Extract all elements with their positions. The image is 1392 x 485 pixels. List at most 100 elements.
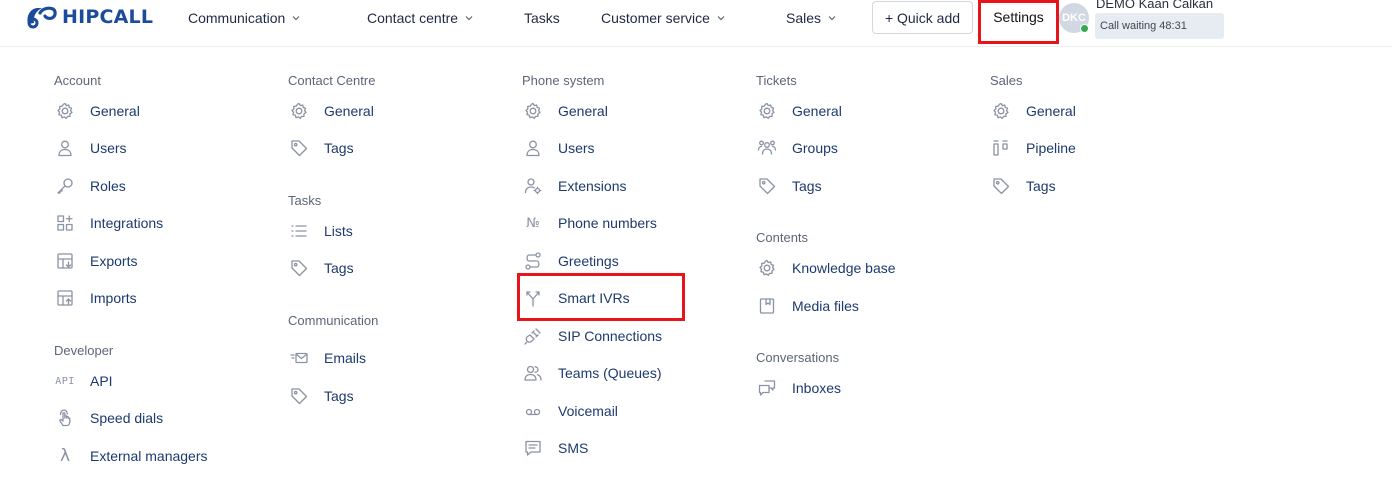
nav-tasks[interactable]: Tasks [524, 8, 560, 28]
voicemail-icon [522, 400, 544, 422]
chevron-down-icon [827, 13, 837, 23]
menu-contact-centre-tags[interactable]: Tags [288, 136, 354, 160]
menu-item-label: SMS [558, 440, 589, 456]
gear-icon [54, 100, 76, 122]
menu-communication-emails[interactable]: Emails [288, 346, 366, 370]
menu-item-label: Teams (Queues) [558, 365, 662, 381]
menu-item-label: External managers [90, 448, 208, 464]
menu-item-label: Tags [324, 388, 354, 404]
lambda-icon: λ [59, 446, 71, 466]
menu-account-imports[interactable]: Imports [54, 286, 137, 310]
group-icon [756, 137, 778, 159]
nav-communication[interactable]: Communication [188, 8, 301, 28]
pipeline-icon [990, 137, 1012, 159]
nav-tasks-label: Tasks [524, 10, 560, 26]
menu-phone-greetings[interactable]: Greetings [522, 249, 619, 273]
chevron-down-icon [716, 13, 726, 23]
chevron-down-icon [291, 13, 301, 23]
tag-icon [756, 175, 778, 197]
menu-conversations-inboxes[interactable]: Inboxes [756, 376, 841, 400]
menu-contents-knowledge-base[interactable]: Knowledge base [756, 256, 896, 280]
media-icon [756, 295, 778, 317]
menu-account-general[interactable]: General [54, 99, 140, 123]
menu-phone-sms[interactable]: SMS [522, 436, 588, 460]
menu-item-label: Groups [792, 140, 838, 156]
section-title-contact-centre: Contact Centre [288, 73, 376, 88]
menu-item-label: Integrations [90, 215, 164, 231]
menu-item-label: Voicemail [558, 403, 618, 419]
menu-developer-speed-dials[interactable]: Speed dials [54, 406, 163, 430]
menu-phone-voicemail[interactable]: Voicemail [522, 399, 618, 423]
menu-phone-numbers[interactable]: № Phone numbers [522, 211, 657, 235]
import-icon [54, 287, 76, 309]
menu-phone-general[interactable]: General [522, 99, 608, 123]
email-icon [288, 347, 310, 369]
menu-account-exports[interactable]: Exports [54, 249, 137, 273]
menu-phone-smart-ivrs[interactable]: Smart IVRs [522, 286, 630, 310]
hipcall-logo[interactable]: HIPCALL [24, 4, 153, 30]
menu-item-label: Tags [792, 178, 822, 194]
nav-customer-service-label: Customer service [601, 10, 710, 26]
menu-communication-tags[interactable]: Tags [288, 384, 354, 408]
menu-sales-tags[interactable]: Tags [990, 174, 1056, 198]
menu-account-users[interactable]: Users [54, 136, 127, 160]
menu-phone-users[interactable]: Users [522, 136, 595, 160]
section-title-developer: Developer [54, 343, 114, 358]
top-bar: HIPCALL Communication Contact centre Tas… [0, 0, 1392, 47]
menu-sales-pipeline[interactable]: Pipeline [990, 136, 1076, 160]
user-name[interactable]: DEMO Kaan Calkan [1096, 0, 1213, 11]
chat-icon [522, 437, 544, 459]
call-waiting-text: Call waiting 48:31 [1100, 20, 1187, 32]
menu-developer-external-managers[interactable]: λ External managers [54, 444, 208, 468]
plug-icon [522, 325, 544, 347]
settings-button[interactable]: Settings [978, 0, 1059, 44]
tag-icon [288, 385, 310, 407]
menu-phone-sip-connections[interactable]: SIP Connections [522, 324, 662, 348]
route-icon [522, 250, 544, 272]
menu-tickets-general[interactable]: General [756, 99, 842, 123]
key-icon [54, 175, 76, 197]
menu-item-label: Extensions [558, 178, 627, 194]
inbox-chat-icon [756, 377, 778, 399]
gear-icon [756, 100, 778, 122]
nav-communication-label: Communication [188, 10, 286, 26]
menu-account-integrations[interactable]: Integrations [54, 211, 163, 235]
tag-icon [288, 137, 310, 159]
section-title-phone-system: Phone system [522, 73, 605, 88]
menu-sales-general[interactable]: General [990, 99, 1076, 123]
menu-contents-media-files[interactable]: Media files [756, 294, 859, 318]
menu-contact-centre-general[interactable]: General [288, 99, 374, 123]
menu-tickets-groups[interactable]: Groups [756, 136, 838, 160]
menu-item-label: Users [558, 140, 595, 156]
gear-icon [990, 100, 1012, 122]
number-sign-icon: № [526, 215, 540, 231]
nav-sales[interactable]: Sales [786, 8, 837, 28]
nav-contact-centre[interactable]: Contact centre [367, 8, 474, 28]
menu-item-label: Pipeline [1026, 140, 1076, 156]
menu-phone-teams-queues[interactable]: Teams (Queues) [522, 361, 661, 385]
menu-item-label: Users [90, 140, 127, 156]
menu-item-label: General [792, 103, 842, 119]
nav-customer-service[interactable]: Customer service [601, 8, 726, 28]
section-title-account: Account [54, 73, 101, 88]
gear-icon [288, 100, 310, 122]
menu-item-label: Tags [1026, 178, 1056, 194]
menu-item-label: API [90, 373, 113, 389]
menu-item-label: Roles [90, 178, 126, 194]
menu-account-roles[interactable]: Roles [54, 174, 126, 198]
team-icon [522, 362, 544, 384]
section-title-sales: Sales [990, 73, 1023, 88]
menu-item-label: Emails [324, 350, 367, 366]
menu-developer-api[interactable]: API API [54, 369, 113, 393]
menu-tasks-tags[interactable]: Tags [288, 256, 354, 280]
menu-item-label: Imports [90, 290, 137, 306]
quick-add-button[interactable]: + Quick add [872, 1, 973, 34]
menu-phone-extensions[interactable]: Extensions [522, 174, 626, 198]
section-title-conversations: Conversations [756, 350, 840, 365]
user-icon [522, 137, 544, 159]
nav-contact-centre-label: Contact centre [367, 10, 459, 26]
menu-item-label: Speed dials [90, 410, 164, 426]
call-waiting-badge[interactable]: Call waiting 48:31 [1095, 13, 1224, 39]
menu-tasks-lists[interactable]: Lists [288, 219, 353, 243]
menu-tickets-tags[interactable]: Tags [756, 174, 822, 198]
